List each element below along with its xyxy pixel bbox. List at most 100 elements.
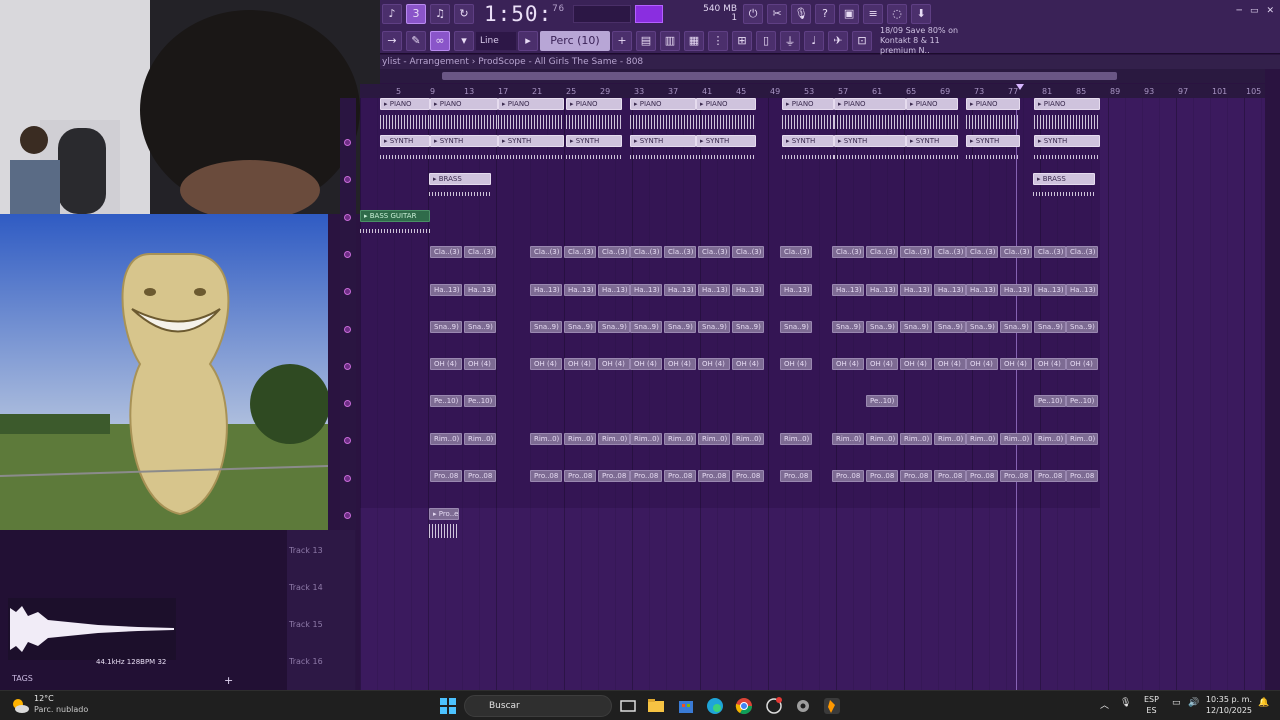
track-14-label[interactable]: Track 14 bbox=[289, 583, 323, 592]
track-16-label[interactable]: Track 16 bbox=[289, 657, 323, 666]
playlist-clip[interactable]: ▸ PIANO bbox=[430, 98, 498, 110]
playlist-clip[interactable]: Cla..(3) bbox=[900, 246, 932, 258]
playlist-clip[interactable]: ▸ SYNTH bbox=[498, 135, 564, 147]
mode-loop-icon[interactable]: ↻ bbox=[454, 3, 474, 24]
playlist-clip[interactable]: ▸ Pro..e bbox=[429, 508, 459, 520]
playlist-clip[interactable]: Sna..9) bbox=[464, 321, 496, 333]
add-button[interactable]: + bbox=[224, 674, 233, 687]
playlist-clip[interactable]: Cla..(3) bbox=[966, 246, 998, 258]
playlist-clip[interactable]: Ha..13) bbox=[866, 284, 898, 296]
playlist-clip[interactable]: Pro..08 bbox=[630, 470, 662, 482]
weather-icon[interactable] bbox=[10, 696, 30, 716]
pencil-icon[interactable]: ✎ bbox=[406, 30, 426, 51]
mode-pattern-icon[interactable]: ♫ bbox=[430, 3, 450, 24]
master-volume[interactable] bbox=[635, 4, 664, 23]
news-ticker[interactable]: 18/09 Save 80% on Kontakt 8 & 11 premium … bbox=[880, 26, 976, 56]
playlist-clip[interactable]: Pro..08 bbox=[564, 470, 596, 482]
language-indicator[interactable]: ESP ES bbox=[1144, 694, 1159, 716]
playlist-clip[interactable]: ▸ PIANO bbox=[906, 98, 958, 110]
edge-icon[interactable] bbox=[705, 696, 725, 716]
playlist-clip[interactable]: OH (4) bbox=[530, 358, 562, 370]
track-mute-dot[interactable] bbox=[344, 437, 351, 445]
playlist-clip[interactable]: Rim..0) bbox=[732, 433, 764, 445]
playlist-clip[interactable]: Rim..0) bbox=[1066, 433, 1098, 445]
system-clock[interactable]: 10:35 p. m. 12/10/2025 bbox=[1206, 694, 1252, 716]
playlist-clip[interactable]: Ha..13) bbox=[430, 284, 462, 296]
playlist-clip[interactable]: ▸ SYNTH bbox=[430, 135, 498, 147]
playlist-clip[interactable]: Ha..13) bbox=[698, 284, 730, 296]
playlist-clip[interactable]: ▸ BASS GUITAR bbox=[360, 210, 430, 222]
playlist-clip[interactable]: ▸ SYNTH bbox=[696, 135, 756, 147]
playlist-clip[interactable]: Cla..(3) bbox=[1000, 246, 1032, 258]
playlist-clip[interactable]: Cla..(3) bbox=[866, 246, 898, 258]
playlist-clip[interactable]: ▸ SYNTH bbox=[380, 135, 430, 147]
playlist-clip[interactable]: Rim..0) bbox=[934, 433, 966, 445]
playlist-clip[interactable]: ▸ SYNTH bbox=[566, 135, 622, 147]
playlist-clip[interactable]: Rim..0) bbox=[664, 433, 696, 445]
tray-chevron-icon[interactable]: ︿ bbox=[1100, 698, 1109, 711]
restore-icon[interactable]: ▭ bbox=[1250, 6, 1259, 16]
playlist-clip[interactable]: Sna..9) bbox=[530, 321, 562, 333]
playlist-clip[interactable]: OH (4) bbox=[900, 358, 932, 370]
download-icon[interactable]: ⬇ bbox=[911, 3, 932, 24]
playlist-clip[interactable]: Rim..0) bbox=[530, 433, 562, 445]
playlist-clip[interactable]: Pro..08 bbox=[900, 470, 932, 482]
file-explorer-icon[interactable] bbox=[646, 696, 666, 716]
track-mute-dot[interactable] bbox=[344, 176, 351, 184]
playlist-clip[interactable]: Ha..13) bbox=[464, 284, 496, 296]
playlist-clip[interactable]: Rim..0) bbox=[464, 433, 496, 445]
playlist-clip[interactable]: Pro..08 bbox=[732, 470, 764, 482]
add-pattern-icon[interactable]: + bbox=[612, 30, 632, 51]
play-arrow-icon[interactable]: ▸ bbox=[518, 30, 538, 51]
playlist-clip[interactable]: OH (4) bbox=[1034, 358, 1066, 370]
network-icon[interactable]: ▭ bbox=[1172, 698, 1181, 708]
playlist-clip[interactable]: Ha..13) bbox=[732, 284, 764, 296]
channel-rack-icon[interactable]: ▦ bbox=[684, 30, 704, 51]
pattern-selector[interactable]: Perc (10) bbox=[540, 30, 610, 51]
playlist-clip[interactable]: Cla..(3) bbox=[664, 246, 696, 258]
playlist-clip[interactable]: OH (4) bbox=[832, 358, 864, 370]
playlist-clip[interactable]: ▸ SYNTH bbox=[834, 135, 906, 147]
playlist-clip[interactable]: Pro..08 bbox=[832, 470, 864, 482]
playlist-clip[interactable]: Ha..13) bbox=[832, 284, 864, 296]
playlist-clip[interactable]: Pro..08 bbox=[464, 470, 496, 482]
playlist-clip[interactable]: Ha..13) bbox=[900, 284, 932, 296]
task-view-icon[interactable] bbox=[618, 696, 638, 716]
playlist-clip[interactable]: Ha..13) bbox=[934, 284, 966, 296]
track-mute-dot[interactable] bbox=[344, 474, 351, 482]
playlist-clip[interactable]: Ha..13) bbox=[598, 284, 630, 296]
playlist-clip[interactable]: ▸ SYNTH bbox=[1034, 135, 1100, 147]
track-mute-dot[interactable] bbox=[344, 325, 351, 333]
playlist-icon[interactable]: ▤ bbox=[636, 30, 656, 51]
weather-temp[interactable]: 12°C bbox=[34, 694, 54, 703]
playlist-clip[interactable]: OH (4) bbox=[664, 358, 696, 370]
playlist-clip[interactable]: Pe..10) bbox=[464, 395, 496, 407]
playlist-clip[interactable]: Sna..9) bbox=[430, 321, 462, 333]
playlist-clip[interactable]: Sna..9) bbox=[630, 321, 662, 333]
playlist-clip[interactable]: Sna..9) bbox=[1000, 321, 1032, 333]
playlist-clip[interactable]: ▸ PIANO bbox=[380, 98, 430, 110]
playlist-clip[interactable]: Pro..08 bbox=[664, 470, 696, 482]
track-15-label[interactable]: Track 15 bbox=[289, 620, 323, 629]
browser-icon[interactable]: ⊞ bbox=[732, 30, 752, 51]
plug-icon[interactable]: ⏚ bbox=[780, 30, 800, 51]
playlist-clip[interactable]: ▸ PIANO bbox=[782, 98, 834, 110]
playlist-clip[interactable]: Rim..0) bbox=[866, 433, 898, 445]
playlist-clip[interactable]: OH (4) bbox=[598, 358, 630, 370]
playlist-clip[interactable]: Cla..(3) bbox=[464, 246, 496, 258]
arrow-right-icon[interactable]: → bbox=[382, 30, 402, 51]
playlist-clip[interactable]: Pe..10) bbox=[1034, 395, 1066, 407]
volume-icon[interactable]: 🔊 bbox=[1188, 698, 1199, 708]
playlist-clip[interactable]: Pe..10) bbox=[430, 395, 462, 407]
playlist-clip[interactable]: OH (4) bbox=[966, 358, 998, 370]
playlist-clip[interactable]: Pro..08 bbox=[1000, 470, 1032, 482]
playlist-clip[interactable]: OH (4) bbox=[630, 358, 662, 370]
playlist-clip[interactable]: ▸ SYNTH bbox=[906, 135, 958, 147]
playlist-clip[interactable]: Cla..(3) bbox=[1066, 246, 1098, 258]
playlist-clip[interactable]: ▸ SYNTH bbox=[630, 135, 696, 147]
playlist-clip[interactable]: Sna..9) bbox=[866, 321, 898, 333]
track-mute-dot[interactable] bbox=[344, 139, 351, 146]
tempo-icon[interactable]: ♩ bbox=[804, 30, 824, 51]
mixer-icon[interactable]: ≡ bbox=[863, 3, 884, 24]
playlist-clip[interactable]: ▸ BRASS bbox=[1033, 173, 1095, 185]
